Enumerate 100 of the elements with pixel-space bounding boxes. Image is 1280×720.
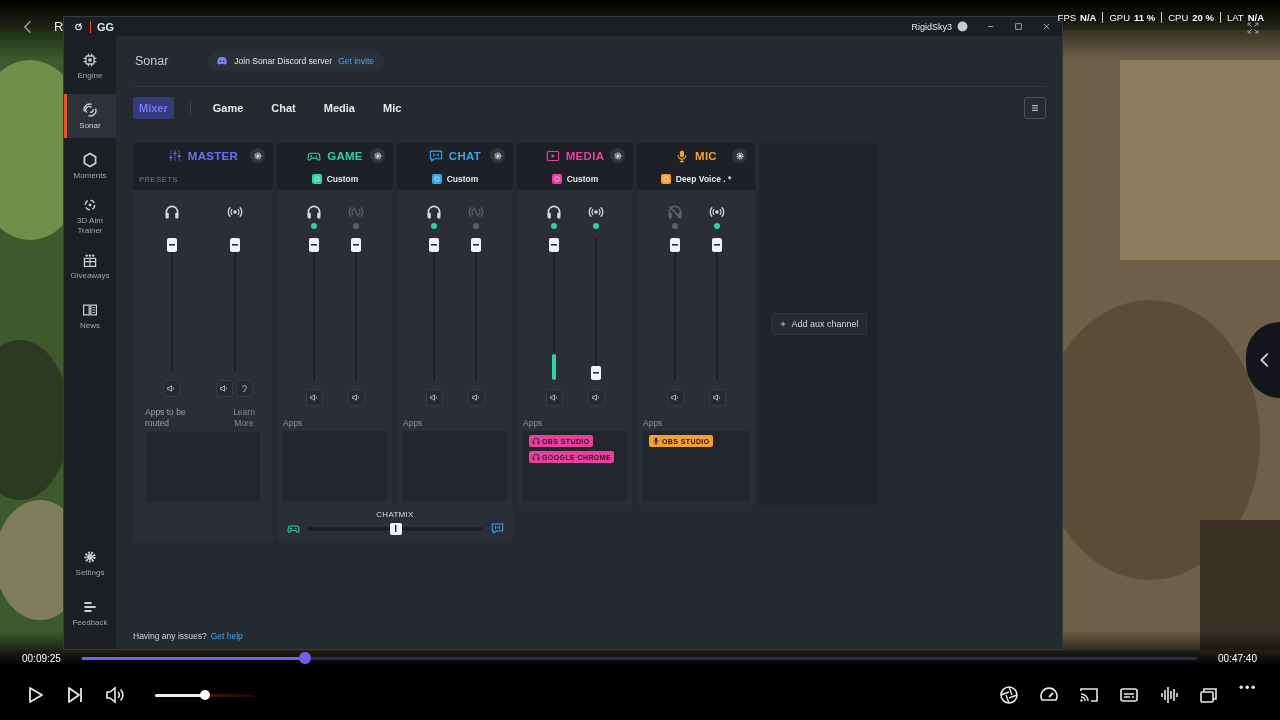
- next-button[interactable]: [65, 685, 85, 705]
- sidebar-item[interactable]: 3D Aim Trainer: [64, 194, 116, 238]
- sidebar-item[interactable]: Settings: [64, 541, 116, 585]
- listen-button[interactable]: [236, 380, 253, 397]
- chat-bubble-icon: [491, 522, 504, 535]
- discord-icon: [216, 55, 229, 67]
- mute-button[interactable]: [587, 389, 605, 406]
- gamepad-icon: [287, 522, 300, 535]
- more-icon: [1238, 685, 1255, 690]
- sidebar-item[interactable]: News: [64, 294, 116, 338]
- slider-thumb[interactable]: [712, 238, 722, 252]
- slider-thumb[interactable]: [429, 238, 439, 252]
- headphones-icon: [163, 204, 180, 220]
- sidebar-item[interactable]: Engine: [64, 44, 116, 88]
- slider-thumb[interactable]: [389, 522, 402, 535]
- learn-more-link[interactable]: Learn More: [227, 407, 261, 429]
- mute-button[interactable]: [666, 389, 684, 406]
- close-button[interactable]: [1041, 21, 1052, 32]
- volume-button[interactable]: [105, 685, 125, 705]
- stat-value: N/A: [1080, 12, 1097, 23]
- expand-icon[interactable]: [1246, 21, 1260, 35]
- channel-settings-button[interactable]: [732, 148, 747, 163]
- maximize-button[interactable]: [1013, 21, 1024, 32]
- preset-icon: [660, 174, 671, 184]
- aperture-button[interactable]: [998, 685, 1019, 705]
- windows-button[interactable]: [1198, 685, 1219, 705]
- app-title: GG: [90, 20, 115, 33]
- preset-name[interactable]: Deep Voice . *: [675, 174, 732, 184]
- hexagon-icon: [82, 151, 98, 168]
- mute-button[interactable]: [545, 389, 563, 406]
- stat-label: LAT: [1226, 12, 1244, 23]
- cast-button[interactable]: [1078, 685, 1099, 705]
- logo-icon: [73, 21, 84, 32]
- headphones-icon: [532, 437, 540, 445]
- volume-icon: [105, 685, 125, 705]
- sidebar-item[interactable]: Sonar: [64, 94, 116, 138]
- invite-link[interactable]: Get invite: [338, 56, 375, 66]
- sidebar-item[interactable]: Giveaways: [64, 244, 116, 288]
- speaker-icon: [711, 392, 723, 403]
- channel-name: CHAT: [448, 149, 482, 162]
- headphones-icon: [667, 204, 683, 220]
- channel-settings-button[interactable]: [610, 148, 625, 163]
- channel-name: MASTER: [187, 149, 239, 162]
- sidebar-item[interactable]: Moments: [64, 144, 116, 188]
- broadcast-icon: [588, 204, 604, 220]
- channel-settings-button[interactable]: [370, 148, 385, 163]
- preset-name[interactable]: Custom: [326, 174, 359, 184]
- apps-label: Apps: [282, 418, 304, 429]
- gear-icon: [492, 150, 503, 161]
- apps-label: Apps: [522, 418, 544, 429]
- menu-icon: [1029, 102, 1041, 114]
- mute-button[interactable]: [163, 380, 180, 397]
- slider-thumb[interactable]: [309, 238, 319, 252]
- tab[interactable]: Chat: [265, 97, 302, 119]
- audio-wave-button[interactable]: [1158, 685, 1179, 705]
- ear-icon: [239, 383, 250, 394]
- channel-settings-button[interactable]: [250, 148, 265, 163]
- slider-thumb[interactable]: [229, 238, 240, 252]
- help-text: Having any issues?: [133, 631, 207, 641]
- stat-label: FPS: [1057, 12, 1077, 23]
- slider-thumb[interactable]: [670, 238, 680, 252]
- add-channel-button[interactable]: Add aux channel: [771, 313, 867, 335]
- tab[interactable]: Game: [206, 97, 250, 119]
- slider-thumb[interactable]: [549, 238, 559, 252]
- sliders-icon: [167, 148, 182, 163]
- subtitles-icon: [1118, 685, 1139, 705]
- mute-button[interactable]: [216, 380, 233, 397]
- broadcast-icon: [226, 204, 243, 220]
- channel-name: GAME: [327, 149, 363, 162]
- sound-waves-icon: [82, 101, 98, 118]
- video-title: R: [54, 19, 64, 34]
- stat-label: GPU: [1109, 12, 1131, 23]
- channel-settings-button[interactable]: [490, 148, 505, 163]
- speaker-icon: [219, 383, 230, 394]
- help-link[interactable]: Get help: [210, 631, 243, 641]
- sidebar-item[interactable]: Feedback: [64, 591, 116, 635]
- menu-button[interactable]: [1024, 97, 1046, 119]
- mute-button[interactable]: [305, 389, 323, 406]
- user-name[interactable]: RigidSky3: [911, 21, 952, 32]
- slider-thumb[interactable]: [591, 366, 601, 380]
- speaker-icon: [428, 392, 440, 403]
- preset-name[interactable]: Custom: [446, 174, 479, 184]
- slider-thumb[interactable]: [351, 238, 361, 252]
- settings-icon: [82, 548, 98, 565]
- slider-thumb[interactable]: [166, 238, 177, 252]
- tab[interactable]: Mic: [376, 97, 408, 119]
- volume-thumb[interactable]: [200, 690, 210, 700]
- mute-button[interactable]: [467, 389, 485, 406]
- slider-thumb[interactable]: [471, 238, 481, 252]
- tab[interactable]: Media: [317, 97, 361, 119]
- avatar-icon: [957, 21, 968, 32]
- preset-name[interactable]: Custom: [566, 174, 599, 184]
- subtitles-button[interactable]: [1118, 685, 1139, 705]
- mute-button[interactable]: [708, 389, 726, 406]
- plus-icon: [779, 320, 788, 328]
- speaker-icon: [308, 392, 320, 403]
- mute-button[interactable]: [347, 389, 365, 406]
- audio-wave-icon: [1158, 685, 1179, 705]
- mute-button[interactable]: [425, 389, 443, 406]
- gear-icon: [734, 150, 745, 161]
